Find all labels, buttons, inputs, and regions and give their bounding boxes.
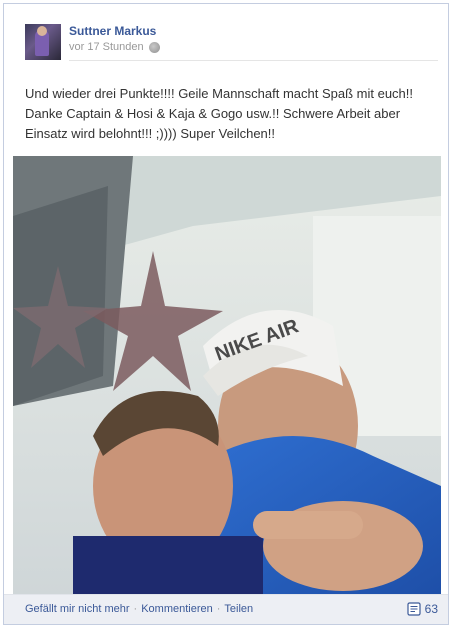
post-photo[interactable]: NIKE AIR (13, 156, 441, 597)
post-footer: Gefällt mir nicht mehr · Kommentieren · … (4, 594, 448, 624)
author-name[interactable]: Suttner Markus (69, 24, 156, 38)
avatar-head (37, 26, 47, 36)
comment-link[interactable]: Kommentieren (141, 603, 213, 615)
header-divider (69, 60, 438, 61)
post-meta: vor 17 Stunden (69, 41, 160, 53)
globe-icon (148, 41, 160, 53)
separator: · (216, 603, 221, 615)
author-avatar[interactable] (25, 24, 61, 60)
photo-illustration: NIKE AIR (13, 156, 441, 597)
post-card: Suttner Markus vor 17 Stunden Und wieder… (3, 3, 449, 625)
comment-count[interactable]: 63 (407, 602, 438, 616)
post-actions: Gefällt mir nicht mehr · Kommentieren · … (25, 603, 253, 615)
separator: · (133, 603, 138, 615)
post-message: Und wieder drei Punkte!!!! Geile Mannsch… (25, 86, 414, 141)
comment-count-value: 63 (424, 602, 438, 616)
share-link[interactable]: Teilen (224, 603, 253, 615)
comment-icon (407, 602, 421, 616)
unlike-link[interactable]: Gefällt mir nicht mehr (25, 603, 130, 615)
post-timestamp[interactable]: vor 17 Stunden (69, 41, 144, 53)
